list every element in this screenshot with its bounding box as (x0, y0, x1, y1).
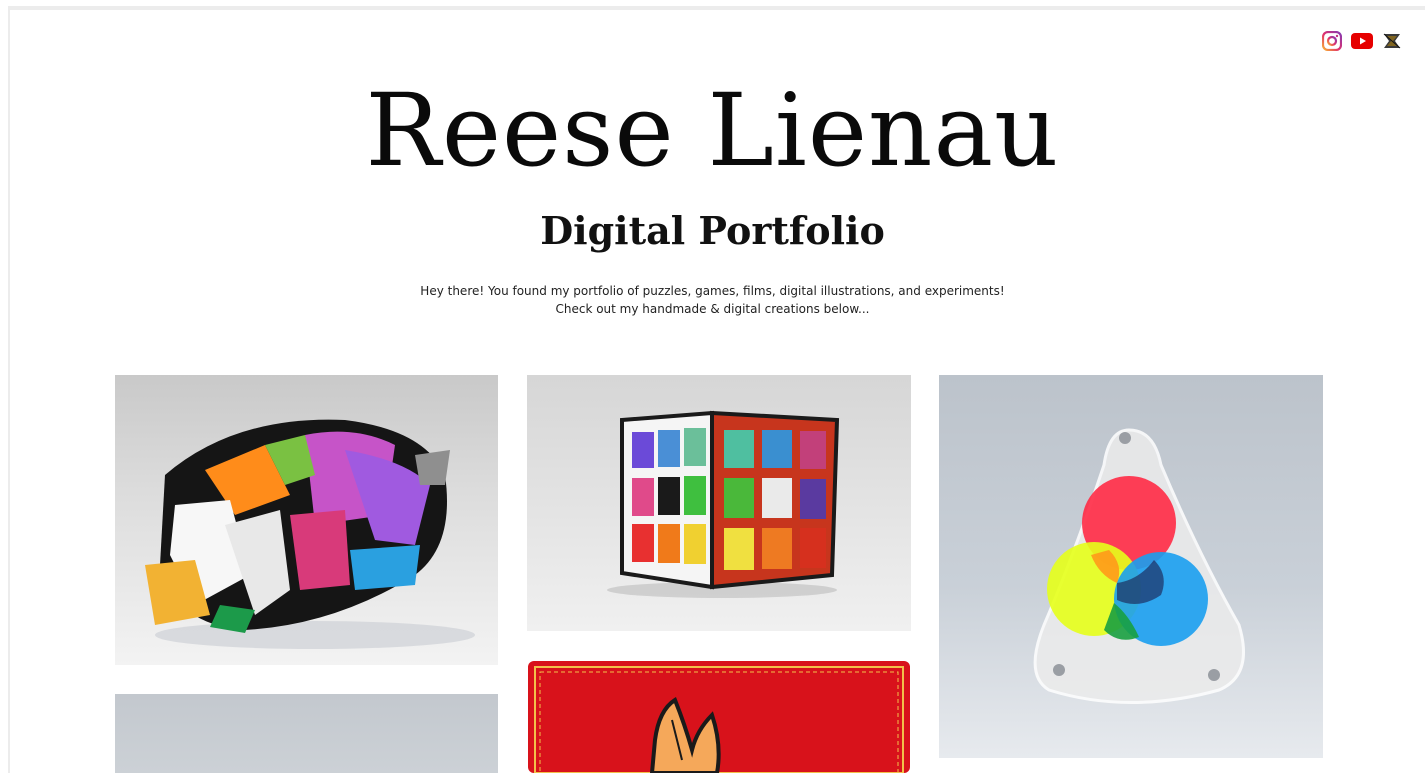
site-title: Reese Lienau (365, 72, 1060, 189)
intro-line: Check out my handmade & digital creation… (555, 302, 870, 316)
red-card-illustration (527, 660, 911, 773)
gallery-item-color-mixing-puzzle[interactable] (939, 375, 1323, 758)
gallery-item-puzzle[interactable] (115, 694, 498, 773)
instagram-icon[interactable] (1321, 30, 1343, 52)
gallery-item-red-card[interactable] (527, 660, 911, 773)
site-subtitle: Digital Portfolio (540, 208, 885, 253)
intro-text: Hey there! You found my portfolio of puz… (0, 282, 1425, 318)
gallery-item-twisty-puzzle[interactable] (115, 375, 498, 665)
color-mixing-puzzle-photo (939, 375, 1323, 758)
puzzle-photo (115, 694, 498, 773)
puzzle-logo-icon[interactable] (1381, 30, 1403, 52)
twisty-puzzle-photo (115, 375, 498, 665)
social-links (1321, 30, 1403, 52)
gallery-item-cube-puzzle[interactable] (527, 375, 911, 631)
cube-puzzle-photo (527, 375, 911, 631)
intro-line: Hey there! You found my portfolio of puz… (420, 284, 1005, 298)
youtube-icon[interactable] (1351, 30, 1373, 52)
